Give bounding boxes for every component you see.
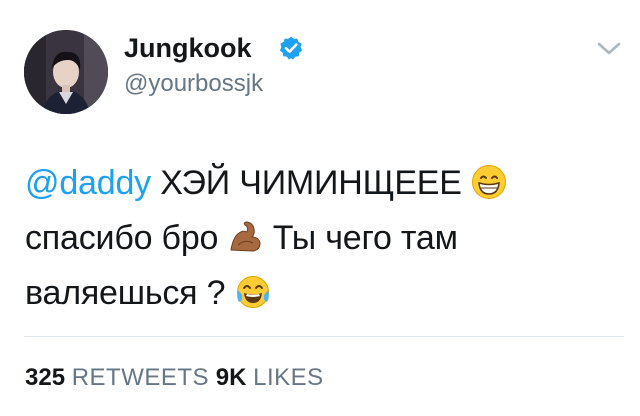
tweet-text: @daddy ХЭЙ ЧИМИНЩЕЕЕ спасибо бро Ты чего… (25, 156, 615, 321)
tweet-line-1: @daddy ХЭЙ ЧИМИНЩЕЕЕ (25, 156, 615, 211)
tweet-line-2: спасибо бро Ты чего там (25, 211, 615, 266)
avatar[interactable] (24, 30, 108, 114)
mention-link[interactable]: @daddy (25, 164, 151, 202)
display-name[interactable]: Jungkook (124, 33, 252, 63)
retweets-count: 325 (25, 364, 66, 391)
tweet-card: Jungkook @yourbossjk @daddy ХЭЙ ЧИМИНЩЕЕ… (0, 0, 640, 416)
retweets-label: RETWEETS (71, 364, 210, 391)
divider (24, 336, 624, 337)
likes-label: LIKES (253, 364, 324, 391)
likes-count: 9K (215, 364, 247, 391)
user-handle[interactable]: @yourbossjk (124, 70, 263, 98)
tweet-text-segment: валяешься ? (25, 274, 235, 312)
grinning-face-emoji-icon (471, 164, 507, 200)
tweet-stats: 325 RETWEETS 9K LIKES (25, 364, 324, 392)
tweet-text-segment: спасибо бро (25, 219, 228, 257)
likes-stat[interactable]: 9K LIKES (216, 364, 324, 391)
retweets-stat[interactable]: 325 RETWEETS (25, 364, 209, 391)
avatar-image (24, 30, 108, 114)
flexed-biceps-emoji-icon (227, 219, 263, 255)
tweet-text-segment: Ты чего там (263, 219, 458, 257)
tweet-text-segment: ХЭЙ ЧИМИНЩЕЕЕ (150, 164, 472, 202)
tweet-line-3: валяешься ? (25, 266, 615, 321)
face-with-tears-of-joy-emoji-icon (235, 274, 271, 310)
verified-badge-icon (279, 36, 303, 60)
chevron-down-icon[interactable] (596, 40, 622, 58)
